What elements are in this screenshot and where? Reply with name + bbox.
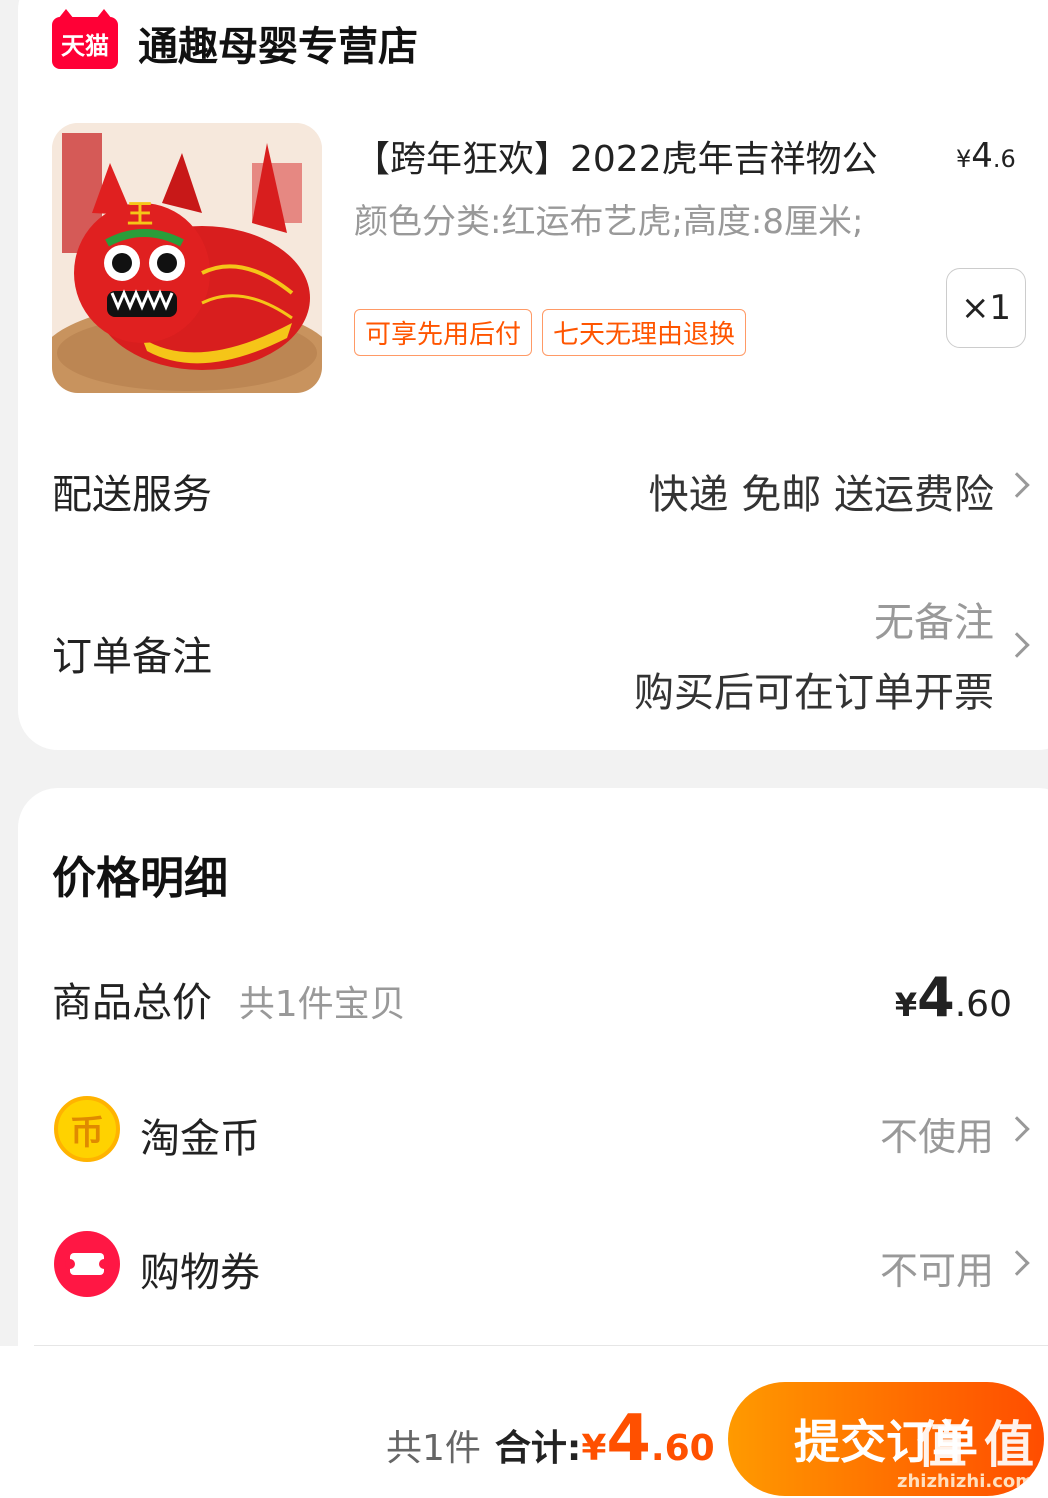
total-label: 合计:	[494, 1428, 582, 1469]
total-price: ¥4.60	[581, 1402, 714, 1476]
price-symbol: ¥	[956, 145, 972, 173]
taojinbi-coin-icon: 币	[54, 1096, 120, 1162]
item-count: 共1件	[386, 1428, 481, 1469]
product-title[interactable]: 【跨年狂欢】2022虎年吉祥物公	[354, 130, 934, 182]
price-detail-title: 价格明细	[52, 853, 228, 904]
coins-value[interactable]: 不使用	[880, 1106, 994, 1161]
tag-pay-later: 可享先用后付	[354, 309, 533, 356]
order-total-summary: 共1件 合计: ¥4.60	[386, 1402, 715, 1476]
subtotal-dec: .60	[954, 984, 1012, 1025]
watermark: 值 值 zhizhizhi.com	[897, 1419, 1034, 1492]
remark-label: 订单备注	[52, 634, 212, 680]
subtotal-symbol: ¥	[894, 986, 918, 1024]
order-confirm-page: 天猫 通趣母婴专营店 王 【跨年狂欢】2022虎年吉祥物公 ¥4.6 颜色分类:…	[0, 0, 1048, 1498]
tmall-logo-icon: 天猫	[52, 9, 118, 69]
subtotal-int: 4	[917, 966, 955, 1029]
coins-label: 淘金币	[140, 1116, 260, 1162]
coupon-label: 购物券	[140, 1250, 260, 1296]
submit-order-button[interactable]: 提交订单 值 值 zhizhizhi.com	[728, 1382, 1044, 1496]
product-price: ¥4.6	[956, 136, 1016, 176]
coupon-ticket-icon	[54, 1231, 120, 1297]
subtotal-price: ¥4.60	[895, 966, 1012, 1029]
watermark-main: 值 值	[916, 1416, 1034, 1474]
delivery-value[interactable]: 快递 免邮 送运费险	[649, 462, 994, 520]
total-symbol: ¥	[581, 1428, 607, 1469]
total-int: 4	[606, 1402, 651, 1476]
coupon-value[interactable]: 不可用	[880, 1240, 994, 1295]
product-image[interactable]: 王	[52, 123, 322, 393]
svg-text:王: 王	[127, 200, 153, 230]
shop-header[interactable]: 天猫 通趣母婴专营店	[52, 9, 418, 72]
shop-name: 通趣母婴专营店	[138, 24, 418, 70]
tag-free-return: 七天无理由退换	[542, 309, 747, 356]
quantity-stepper[interactable]: ×1	[946, 268, 1026, 348]
service-tags: 可享先用后付 七天无理由退换	[354, 309, 747, 356]
remark-value[interactable]: 无备注	[874, 590, 994, 648]
subtotal-label: 商品总价 共1件宝贝	[52, 970, 406, 1028]
tiger-toy-image: 王	[52, 123, 322, 393]
watermark-sub: zhizhizhi.com	[896, 1471, 1034, 1492]
subtotal-label-text: 商品总价	[52, 980, 212, 1026]
total-dec: .60	[650, 1428, 715, 1469]
delivery-label: 配送服务	[52, 472, 212, 518]
price-int: 4	[971, 136, 993, 176]
product-spec[interactable]: 颜色分类:红运布艺虎;高度:8厘米;	[354, 195, 894, 249]
price-dec: .6	[992, 145, 1016, 173]
divider	[34, 1345, 1048, 1346]
invoice-note[interactable]: 购买后可在订单开票	[634, 660, 994, 718]
subtotal-count: 共1件宝贝	[238, 984, 406, 1025]
